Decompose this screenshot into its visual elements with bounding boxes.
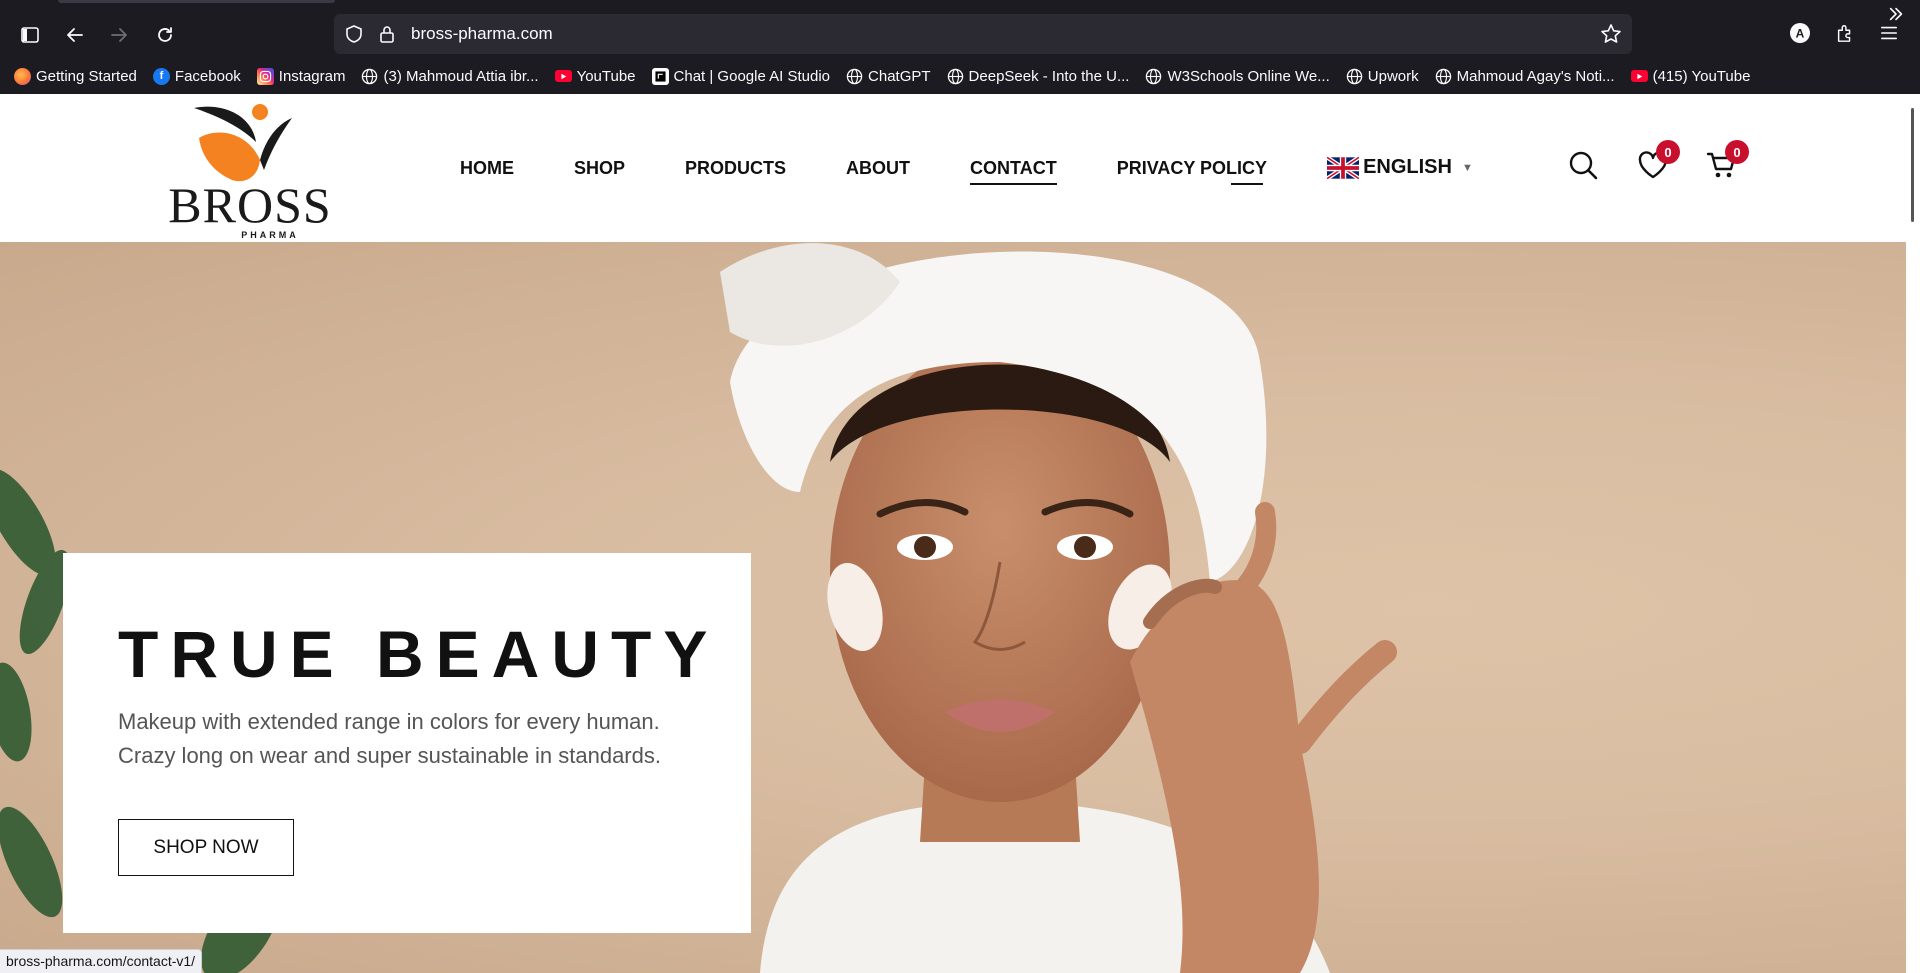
active-tab[interactable] [58, 0, 335, 3]
main-navigation: HOME SHOP PRODUCTS ABOUT CONTACT PRIVACY… [460, 156, 1473, 185]
bookmark-label: Mahmoud Agay's Noti... [1456, 67, 1615, 85]
logo-wordmark: BROSS [168, 177, 332, 233]
nav-home[interactable]: HOME [460, 157, 514, 179]
youtube-icon [1630, 70, 1648, 82]
shop-now-button[interactable]: SHOP NOW [118, 819, 294, 876]
cart-icon[interactable]: 0 [1705, 140, 1749, 182]
bookmark-item[interactable]: W3Schools Online We... [1145, 64, 1330, 88]
bookmark-item[interactable]: Instagram [256, 64, 346, 88]
extensions-icon[interactable] [1830, 18, 1860, 48]
sidebar-toggle-icon[interactable] [15, 20, 45, 50]
navigation-toolbar: bross-pharma.com A [0, 10, 1920, 58]
bookmarks-overflow-icon[interactable] [1884, 2, 1908, 26]
bookmark-item[interactable]: Mahmoud Agay's Noti... [1435, 64, 1615, 88]
forward-arrow-icon[interactable] [104, 20, 134, 50]
uk-flag-icon [1327, 156, 1360, 179]
nav-contact[interactable]: CONTACT [970, 157, 1057, 185]
bookmark-label: Instagram [278, 67, 346, 85]
bookmark-item[interactable]: f Facebook [152, 64, 241, 88]
bookmark-label: ChatGPT [868, 67, 931, 85]
status-bar-url: bross-pharma.com/contact-v1/ [0, 949, 203, 973]
browser-chrome: bross-pharma.com A Getting Started f Faceb… [0, 0, 1920, 94]
bookmarks-toolbar: Getting Started f Facebook Instagram (3) Mah… [0, 62, 1920, 90]
instagram-icon [256, 67, 274, 85]
globe-icon [361, 68, 378, 85]
logo-subtitle: PHARMA [241, 230, 299, 240]
bookmark-label: (415) YouTube [1652, 67, 1751, 85]
globe-icon [1346, 68, 1363, 85]
account-avatar[interactable]: A [1785, 18, 1815, 48]
bookmark-label: (3) Mahmoud Attia ibr... [383, 67, 539, 85]
bookmark-label: Getting Started [36, 67, 137, 85]
nav-products[interactable]: PRODUCTS [685, 157, 786, 179]
site-header: BROSS PHARMA HOME SHOP PRODUCTS ABOUT CO… [0, 94, 1906, 242]
bookmark-item[interactable]: Upwork [1346, 64, 1419, 88]
hero-title: TRUE BEAUTY [118, 617, 720, 691]
language-label: ENGLISH [1363, 156, 1452, 178]
cart-count-badge: 0 [1725, 140, 1749, 164]
bookmark-label: W3Schools Online We... [1167, 67, 1330, 85]
address-bar[interactable]: bross-pharma.com [334, 14, 1632, 54]
globe-icon [1435, 68, 1452, 85]
hero-description-line-1: Makeup with extended range in colors for… [118, 709, 660, 734]
hero-card: TRUE BEAUTY Makeup with extended range i… [63, 553, 751, 933]
language-selector[interactable]: ENGLISH ▼ [1327, 156, 1473, 179]
bookmark-item[interactable]: Getting Started [14, 64, 137, 88]
tab-strip [0, 0, 1920, 8]
back-arrow-icon[interactable] [60, 20, 90, 50]
bookmark-item[interactable]: DeepSeek - Into the U... [947, 64, 1130, 88]
url-text[interactable]: bross-pharma.com [411, 24, 553, 44]
facebook-icon: f [152, 67, 170, 85]
bookmark-star-icon[interactable] [1600, 23, 1622, 45]
bross-logo[interactable]: BROSS PHARMA [164, 98, 336, 240]
bookmark-label: Upwork [1367, 67, 1419, 85]
bookmark-label: Chat | Google AI Studio [673, 67, 831, 85]
bookmark-item[interactable]: (415) YouTube [1630, 64, 1751, 88]
firefox-icon [14, 67, 31, 85]
bookmark-label: Facebook [174, 67, 241, 85]
bookmark-item[interactable]: (3) Mahmoud Attia ibr... [361, 64, 539, 88]
tracking-protection-icon[interactable] [344, 24, 364, 44]
bookmark-label: DeepSeek - Into the U... [968, 67, 1130, 85]
hero-description: Makeup with extended range in colors for… [118, 705, 718, 773]
nav-about[interactable]: ABOUT [846, 157, 910, 179]
hero-banner: TRUE BEAUTY Makeup with extended range i… [0, 242, 1906, 973]
scrollbar-thumb[interactable] [1911, 108, 1914, 222]
nav-shop[interactable]: SHOP [574, 157, 625, 179]
bookmark-item[interactable]: YouTube [554, 64, 636, 88]
search-icon[interactable] [1566, 148, 1600, 182]
bookmark-item[interactable]: ChatGPT [846, 64, 931, 88]
wishlist-heart-icon[interactable]: 0 [1636, 140, 1680, 182]
globe-icon [846, 68, 863, 85]
hero-description-line-2: Crazy long on wear and super sustainable… [118, 743, 661, 768]
ai-studio-icon [651, 67, 669, 85]
wishlist-count-badge: 0 [1656, 140, 1680, 164]
youtube-icon [554, 70, 572, 82]
lock-icon[interactable] [377, 24, 397, 44]
account-initial: A [1796, 27, 1805, 41]
reload-icon[interactable] [150, 20, 180, 50]
globe-icon [947, 68, 964, 85]
bookmark-item[interactable]: Chat | Google AI Studio [651, 64, 831, 88]
nav-privacy-policy[interactable]: PRIVACY POLICY [1117, 157, 1267, 185]
bookmark-label: YouTube [576, 67, 636, 85]
page-scrollbar[interactable] [1906, 94, 1920, 973]
globe-icon [1145, 68, 1162, 85]
logo-leaf-icon [194, 104, 292, 182]
caret-down-icon: ▼ [1461, 161, 1473, 174]
